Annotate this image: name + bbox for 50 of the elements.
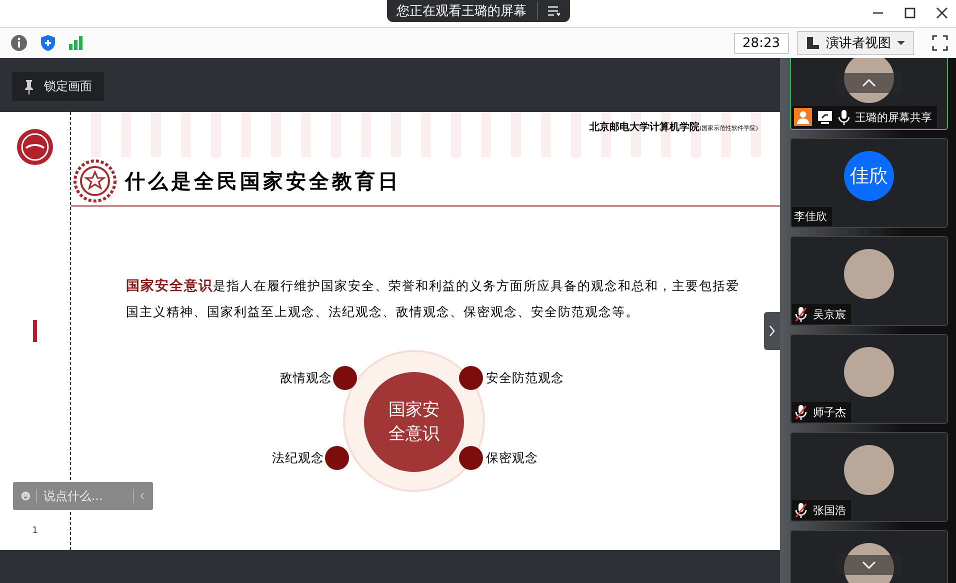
expand-panel-handle[interactable]	[764, 312, 780, 350]
signal-icon[interactable]	[68, 35, 84, 51]
avatar-placeholder	[844, 249, 894, 299]
participant-tile[interactable]: 张国浩	[790, 432, 948, 522]
maximize-icon[interactable]	[904, 7, 916, 19]
star-badge-icon	[73, 159, 117, 203]
participant-tile[interactable]: 王璐的屏幕共享	[790, 58, 948, 130]
concept-dot	[333, 366, 357, 390]
shield-icon[interactable]	[40, 34, 56, 52]
chevron-up-icon	[862, 79, 876, 87]
participant-name: 王璐的屏幕共享	[855, 110, 932, 124]
participant-name: 张国浩	[813, 502, 846, 518]
participant-name: 师子杰	[813, 404, 846, 420]
avatar-placeholder	[844, 445, 894, 495]
concept-label: 保密观念	[486, 449, 538, 467]
concept-dot	[325, 446, 349, 470]
page-number: 1	[32, 526, 38, 536]
slide-title: 什么是全民国家安全教育日	[125, 168, 401, 194]
slide-paragraph: 国家安全意识是指人在履行维护国家安全、荣誉和利益的义务方面所应具备的观念和总和，主要包括爱国主义精神、国家利益至上观念、法纪观念、敌情观念、保密观念、安全防范观念等。	[126, 277, 740, 321]
close-icon[interactable]	[936, 7, 948, 19]
pin-icon	[24, 78, 34, 94]
concept-label: 敌情观念	[280, 369, 332, 387]
info-icon[interactable]	[10, 34, 28, 52]
concept-label: 安全防范观念	[486, 369, 564, 387]
chat-input[interactable]: 说点什么...	[13, 482, 153, 510]
avatar-placeholder	[844, 58, 894, 103]
concept-label: 法纪观念	[272, 449, 324, 467]
chevron-right-icon	[768, 325, 776, 337]
participant-name: 吴京宸	[813, 306, 846, 322]
collapse-icon[interactable]	[140, 490, 145, 502]
meeting-timer: 28:23	[734, 32, 789, 54]
university-logo-icon	[16, 128, 54, 166]
avatar-placeholder	[844, 347, 894, 397]
layout-icon	[806, 36, 820, 50]
participant-tile[interactable]: 师子杰	[790, 334, 948, 424]
concept-dot	[459, 366, 483, 390]
caret-icon	[897, 40, 905, 46]
initials-avatar: 佳欣	[844, 151, 894, 201]
screen-share-icon	[817, 109, 833, 125]
participant-name: 李佳欣	[794, 209, 827, 224]
chevron-down-icon	[862, 561, 876, 569]
avatar-placeholder	[844, 543, 894, 583]
participant-tile[interactable]: 吴京宸	[790, 236, 948, 326]
view-dropdown[interactable]: 演讲者视图	[797, 31, 914, 55]
menu-icon[interactable]	[548, 6, 560, 16]
fullscreen-icon[interactable]	[932, 35, 948, 51]
banner-text: 您正在观看王璐的屏幕	[396, 2, 538, 20]
participant-tile[interactable]: 佳欣 李佳欣	[790, 138, 948, 228]
lock-view-button[interactable]: 锁定画面	[12, 72, 104, 101]
slide-marker	[33, 320, 37, 342]
